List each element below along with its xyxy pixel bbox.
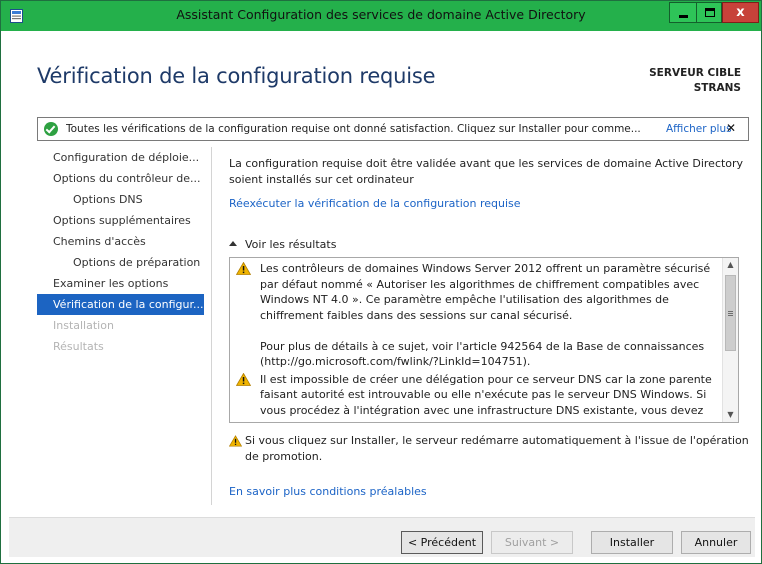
page-title: Vérification de la configuration requise: [37, 64, 436, 88]
nav-item-paths[interactable]: Chemins d'accès: [37, 231, 204, 252]
nav-item-results: Résultats: [53, 340, 104, 353]
title-bar[interactable]: Assistant Configuration des services de …: [1, 1, 761, 31]
nav-divider: [211, 147, 212, 505]
target-server-label: SERVEUR CIBLE: [649, 67, 741, 79]
view-results-toggle[interactable]: Voir les résultats: [229, 238, 336, 251]
nav-item-installation: Installation: [53, 319, 114, 332]
target-server-name: STRANS: [693, 82, 741, 94]
warning-icon: [236, 372, 251, 386]
target-server: SERVEUR CIBLE STRANS: [649, 66, 741, 96]
intro-text: La configuration requise doit être valid…: [229, 157, 744, 186]
nav-item-prereq-check[interactable]: Vérification de la configur...: [37, 294, 204, 315]
close-window-button[interactable]: x: [722, 2, 759, 23]
warning-icon: [236, 262, 251, 275]
cancel-button[interactable]: Annuler: [681, 531, 751, 554]
install-button[interactable]: Installer: [591, 531, 673, 554]
notification-text: Toutes les vérifications de la configura…: [66, 123, 641, 135]
nav-item-review-options[interactable]: Examiner les options: [37, 273, 204, 294]
next-button: Suivant >: [491, 531, 573, 554]
wizard-window: Assistant Configuration des services de …: [0, 0, 762, 564]
nav-item-dc-options[interactable]: Options du contrôleur de...: [37, 168, 204, 189]
chevron-up-icon: [229, 241, 237, 246]
nav-item-dns-options[interactable]: Options DNS: [37, 189, 204, 210]
scroll-down-icon[interactable]: ▼: [723, 408, 738, 422]
scroll-thumb[interactable]: [725, 275, 736, 351]
result-message-text: Les contrôleurs de domaines Windows Serv…: [260, 262, 711, 322]
warning-icon: [229, 435, 242, 447]
view-results-label: Voir les résultats: [245, 238, 337, 251]
previous-button[interactable]: < Précédent: [401, 531, 483, 554]
result-message-text: Il est impossible de créer une délégatio…: [260, 372, 712, 417]
results-panel[interactable]: Les contrôleurs de domaines Windows Serv…: [229, 257, 739, 423]
maximize-button[interactable]: [696, 2, 722, 23]
check-circle-icon: [44, 122, 58, 136]
window-title: Assistant Configuration des services de …: [176, 7, 586, 22]
grip-icon: [728, 311, 733, 316]
nav-item-deployment[interactable]: Configuration de déploie...: [37, 147, 204, 168]
rerun-check-link[interactable]: Réexécuter la vérification de la configu…: [229, 197, 521, 210]
scroll-up-icon[interactable]: ▲: [723, 258, 738, 272]
restart-warning-text: Si vous cliquez sur Installer, le serveu…: [245, 434, 749, 463]
result-message-details: Pour plus de détails à ce sujet, voir l'…: [260, 339, 705, 369]
results-content: Les contrôleurs de domaines Windows Serv…: [236, 261, 722, 418]
wizard-footer: < Précédent Suivant > Installer Annuler: [9, 517, 755, 557]
restart-warning: Si vous cliquez sur Installer, le serveu…: [229, 433, 749, 465]
nav-item-additional-options[interactable]: Options supplémentaires: [37, 210, 204, 231]
minimize-icon: [679, 15, 688, 18]
close-icon: x: [736, 5, 745, 20]
maximize-icon: [705, 8, 715, 17]
notification-bar: Toutes les vérifications de la configura…: [37, 117, 749, 141]
close-notification-icon[interactable]: ✕: [726, 121, 736, 135]
results-scrollbar[interactable]: ▲ ▼: [722, 258, 738, 422]
nav-item-prep-options[interactable]: Options de préparation: [37, 252, 204, 273]
learn-more-link[interactable]: En savoir plus conditions préalables: [229, 485, 427, 498]
wizard-nav: Configuration de déploie... Options du c…: [37, 147, 204, 357]
result-message: Les contrôleurs de domaines Windows Serv…: [236, 261, 722, 370]
show-more-link[interactable]: Afficher plus: [666, 123, 732, 135]
minimize-button[interactable]: [669, 2, 696, 23]
result-message: Il est impossible de créer une délégatio…: [236, 372, 722, 419]
